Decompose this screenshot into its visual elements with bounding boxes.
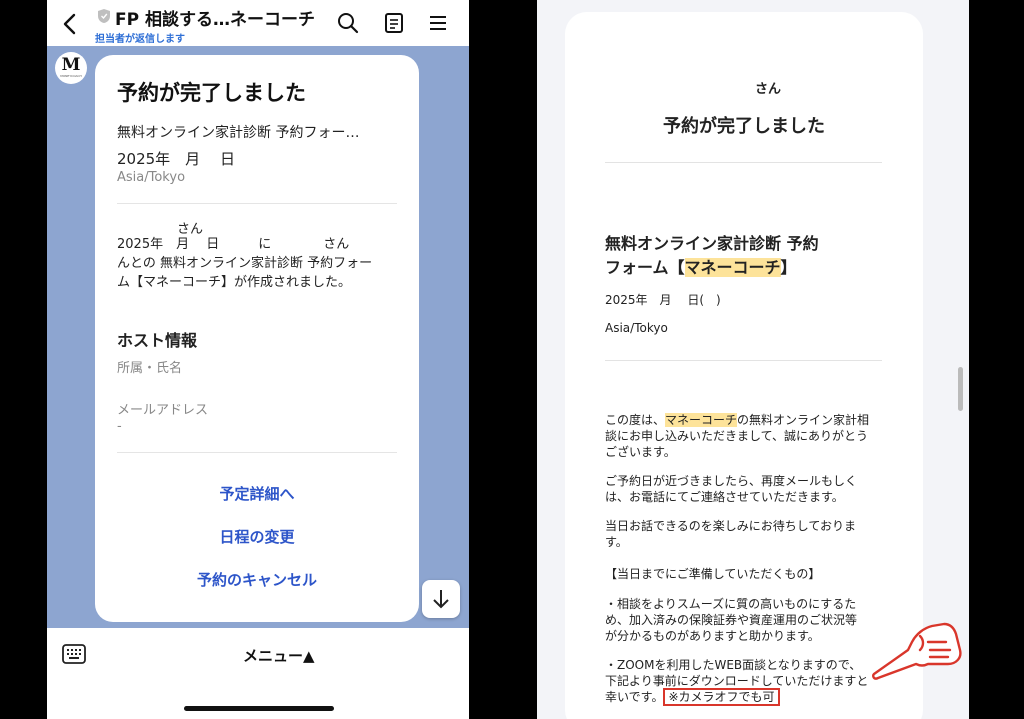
- email-honorific: さん: [755, 82, 782, 97]
- divider: [605, 162, 882, 163]
- keyboard-icon[interactable]: [62, 643, 86, 665]
- email-paragraph-documents: ・相談をよりスムーズに質の高いものにするた め、加入済みの保険証券や資産運用のご…: [605, 597, 858, 643]
- email-preparation-heading: 【当日までにご準備していただくもの】: [605, 567, 821, 581]
- scroll-to-bottom-button[interactable]: [422, 580, 460, 618]
- booking-confirmation-card: 予約が完了しました 無料オンライン家計診断 予約フォー… 2025年 月 日 A…: [95, 55, 419, 622]
- brand-highlight: マネーコーチ: [665, 413, 738, 427]
- form-name-suffix: 】: [780, 258, 797, 277]
- cancel-booking-link[interactable]: 予約のキャンセル: [95, 569, 419, 590]
- divider: [605, 360, 882, 361]
- bottom-menu-bar: メニュー▲: [47, 628, 469, 719]
- view-details-link[interactable]: 予定詳細へ: [95, 483, 419, 504]
- email-title: 予約が完了しました: [663, 116, 825, 137]
- email-screen: さん 予約が完了しました 無料オンライン家計診断 予約 フォーム【マネーコーチ】…: [537, 0, 969, 719]
- chat-title: FP 相談する…ネーコーチ: [115, 10, 315, 30]
- email-paragraph-looking-forward: 当日お話できるのを楽しみにお待ちしておりま す。: [605, 519, 857, 549]
- brand-highlight: マネーコーチ: [684, 258, 781, 277]
- line-chat-screen: FP 相談する…ネーコーチ 担当者が返信します M MONEYCOACH 予約が…: [47, 0, 469, 719]
- thanks-prefix: この度は、: [605, 413, 666, 427]
- arrow-down-icon: [433, 590, 449, 609]
- home-indicator: [184, 706, 334, 711]
- notes-icon[interactable]: [383, 12, 405, 34]
- booking-date: 2025年 月 日: [117, 150, 235, 168]
- avatar-letter: M: [61, 55, 81, 75]
- timezone: Asia/Tokyo: [117, 170, 186, 185]
- host-info-heading: ホスト情報: [117, 331, 198, 350]
- form-name-line1: 無料オンライン家計診断 予約: [605, 234, 819, 253]
- pointing-hand-icon: [872, 622, 962, 680]
- host-email-label: メールアドレス: [117, 403, 209, 418]
- divider: [117, 452, 397, 453]
- search-icon[interactable]: [337, 12, 359, 34]
- confirmation-email: さん 予約が完了しました 無料オンライン家計診断 予約 フォーム【マネーコーチ】…: [565, 12, 923, 719]
- divider: [117, 203, 397, 204]
- email-paragraph-thanks: この度は、マネーコーチの無料オンライン家計相 談にお申し込みいただきまして、誠に…: [605, 412, 869, 460]
- email-form-name: 無料オンライン家計診断 予約 フォーム【マネーコーチ】: [605, 232, 819, 280]
- email-date: 2025年 月 日( ): [605, 293, 721, 307]
- back-arrow-icon[interactable]: [59, 12, 81, 36]
- hamburger-menu-icon[interactable]: [427, 12, 449, 34]
- booking-message: 2025年 月 日 に さん んとの 無料オンライン家計診断 予約フォー ム【マ…: [117, 237, 373, 290]
- reschedule-link[interactable]: 日程の変更: [95, 526, 419, 547]
- form-name: 無料オンライン家計診断 予約フォー…: [117, 125, 360, 141]
- form-name-prefix: フォーム【: [605, 258, 685, 277]
- shield-icon: [98, 9, 110, 23]
- email-paragraph-contact: ご予約日が近づきましたら、再度メールもしく は、お電話にてご連絡させていただきま…: [605, 474, 858, 504]
- chat-subtitle: 担当者が返信します: [95, 34, 185, 45]
- host-email-value: -: [117, 419, 122, 434]
- chat-header: FP 相談する…ネーコーチ 担当者が返信します: [47, 0, 469, 46]
- camera-off-note: ※カメラオフでも可: [663, 688, 780, 706]
- menu-toggle[interactable]: メニュー▲: [243, 645, 315, 666]
- scrollbar-thumb[interactable]: [958, 367, 963, 411]
- email-timezone: Asia/Tokyo: [605, 321, 668, 335]
- email-paragraph-zoom: ・ZOOMを利用したWEB面談となりますので、 下記より事前にダウンロードしてい…: [605, 657, 868, 706]
- avatar[interactable]: M: [55, 52, 87, 84]
- card-title: 予約が完了しました: [117, 81, 306, 105]
- host-affiliation-label: 所属・氏名: [117, 361, 183, 376]
- avatar-caption: MONEYCOACH: [60, 74, 82, 78]
